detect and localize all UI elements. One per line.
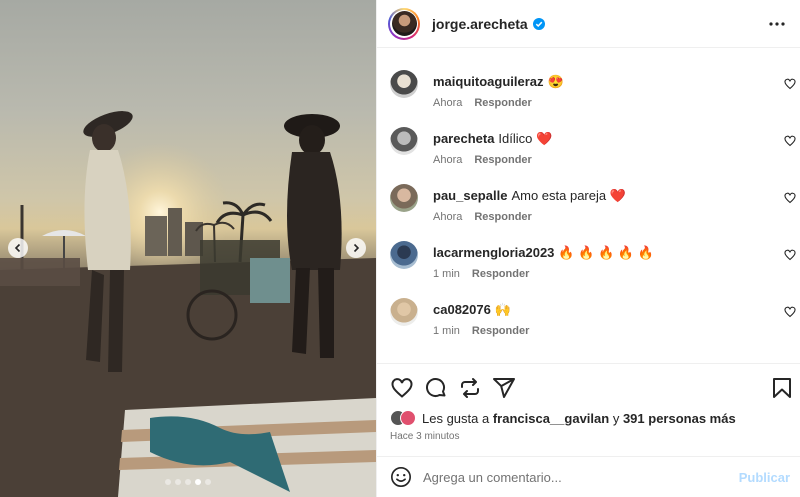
reply-button[interactable]: Responder — [472, 268, 529, 280]
carousel-dot-active — [195, 479, 201, 485]
comment-text: 🔥 🔥 🔥 🔥 🔥 — [558, 245, 654, 260]
comment-item: parecheta Idílico ❤️ Ahora Responder — [390, 127, 796, 177]
comment-username[interactable]: parecheta — [433, 131, 494, 146]
carousel-indicator — [0, 479, 376, 485]
post-media[interactable] — [0, 0, 376, 497]
liker-username[interactable]: francisca__gavilan — [493, 411, 609, 426]
author-photo — [391, 11, 417, 36]
comments-list: maiquitoaguileraz 😍 Ahora Responder parech… — [377, 48, 800, 363]
comment-time: 1 min — [433, 325, 460, 337]
author-username[interactable]: jorge.arecheta — [432, 16, 528, 32]
comment-time: Ahora — [433, 154, 463, 166]
comment-text: 😍 — [547, 74, 564, 89]
previous-media-button[interactable] — [8, 238, 28, 258]
comment-username[interactable]: maiquitoaguileraz — [433, 74, 544, 89]
commenter-avatar[interactable] — [390, 70, 418, 98]
comment-item: maiquitoaguileraz 😍 Ahora Responder — [390, 70, 796, 120]
comment-like-icon[interactable] — [784, 249, 796, 261]
more-options-icon — [769, 22, 785, 26]
author-avatar[interactable] — [388, 7, 420, 40]
publish-button[interactable]: Publicar — [739, 470, 790, 485]
likes-count[interactable]: 391 personas más — [623, 411, 736, 426]
beach-photo — [0, 0, 376, 497]
commenter-avatar[interactable] — [390, 298, 418, 326]
liker-avatar[interactable] — [400, 410, 416, 426]
heart-icon[interactable] — [390, 376, 414, 400]
comment-text: Idílico ❤️ — [498, 131, 553, 146]
post-timestamp[interactable]: Hace 3 minutos — [390, 431, 459, 442]
commenter-avatar[interactable] — [390, 184, 418, 212]
reply-button[interactable]: Responder — [474, 154, 531, 166]
commenter-avatar[interactable] — [390, 127, 418, 155]
more-options-button[interactable] — [767, 14, 787, 34]
comment-item: ca082076 🙌 1 min Responder — [390, 298, 796, 348]
next-media-button[interactable] — [346, 238, 366, 258]
comment-time: 1 min — [433, 268, 460, 280]
reply-button[interactable]: Responder — [474, 211, 531, 223]
comment-like-icon[interactable] — [784, 78, 796, 90]
comment-item: lacarmengloria2023 🔥 🔥 🔥 🔥 🔥 1 min Respond… — [390, 241, 796, 291]
comment-text: 🙌 — [494, 302, 512, 317]
carousel-dot — [175, 479, 181, 485]
bookmark-icon[interactable] — [770, 376, 794, 400]
repost-icon[interactable] — [458, 376, 482, 400]
chevron-right-icon — [353, 243, 360, 253]
reply-button[interactable]: Responder — [474, 97, 531, 109]
comment-input[interactable] — [423, 467, 723, 487]
carousel-dot — [205, 479, 211, 485]
carousel-dot — [165, 479, 171, 485]
comment-time: Ahora — [433, 211, 463, 223]
comment-text: Amo esta pareja ❤️ — [511, 188, 626, 203]
share-icon[interactable] — [492, 376, 516, 400]
chevron-left-icon — [14, 243, 21, 253]
post-details-panel: jorge.arecheta maiquitoaguileraz 😍 Ahora R… — [376, 0, 800, 497]
comment-time: Ahora — [433, 97, 463, 109]
emoji-icon[interactable] — [390, 466, 412, 488]
add-comment-bar: Publicar — [377, 456, 800, 497]
comment-item: pau_sepalle Amo esta pareja ❤️ Ahora Respo… — [390, 184, 796, 234]
comment-icon[interactable] — [424, 376, 448, 400]
comment-like-icon[interactable] — [784, 306, 796, 318]
carousel-dot — [185, 479, 191, 485]
verified-badge-icon — [532, 17, 545, 30]
post-header: jorge.arecheta — [377, 0, 800, 48]
post-actions-bar — [377, 363, 800, 407]
likes-summary: Les gusta a francisca__gavilan y 391 per… — [390, 410, 736, 426]
comment-like-icon[interactable] — [784, 192, 796, 204]
comment-username[interactable]: pau_sepalle — [433, 188, 507, 203]
comment-like-icon[interactable] — [784, 135, 796, 147]
likes-joiner: y — [612, 410, 620, 426]
commenter-avatar[interactable] — [390, 241, 418, 269]
reply-button[interactable]: Responder — [472, 325, 529, 337]
comment-username[interactable]: ca082076 — [433, 302, 491, 317]
comment-username[interactable]: lacarmengloria2023 — [433, 245, 554, 260]
likes-prefix: Les gusta a — [422, 410, 490, 426]
